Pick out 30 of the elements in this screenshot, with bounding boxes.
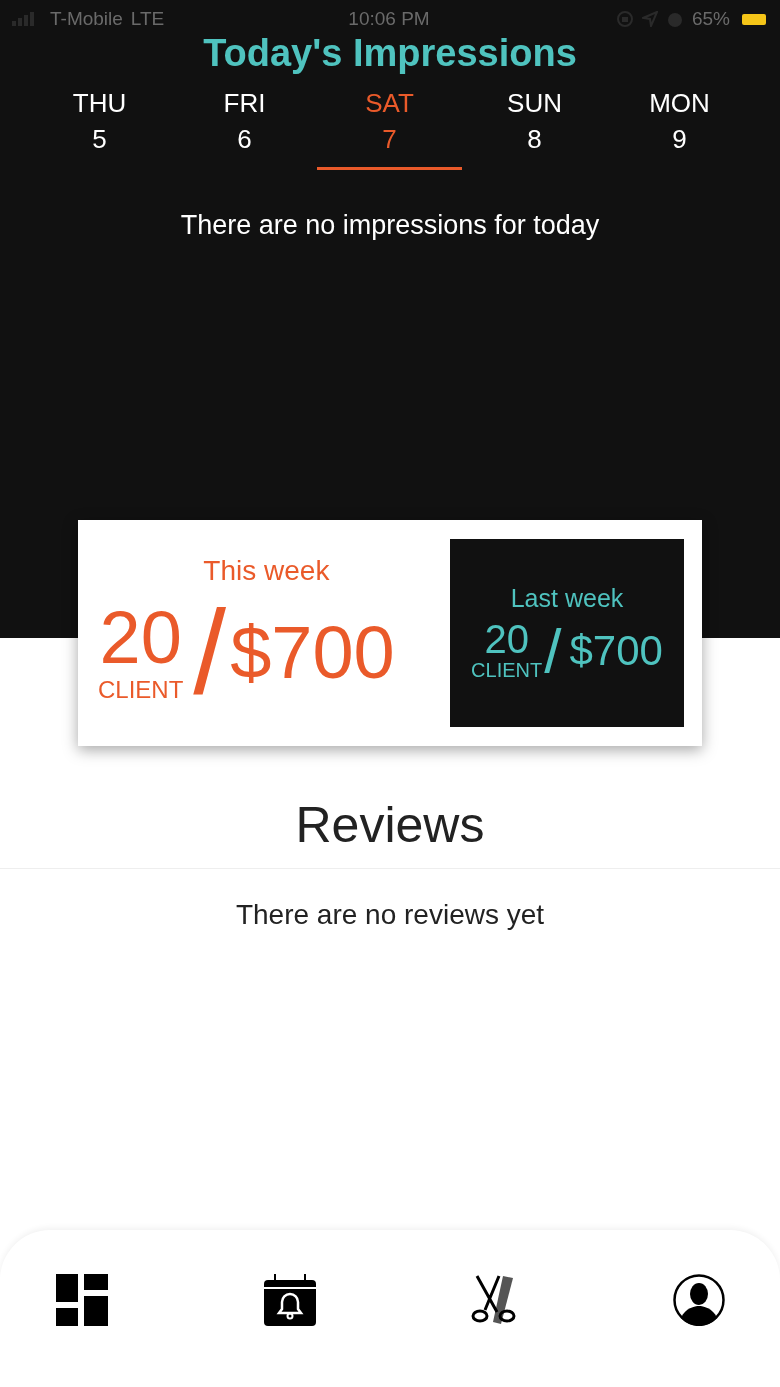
lock-rotation-icon [616,10,634,28]
location-icon [642,11,658,27]
client-count: 20 [99,600,182,676]
client-count: 20 [484,619,529,659]
day-tab[interactable]: THU 5 [27,85,172,170]
page-title: Today's Impressions [202,31,578,75]
client-label: CLIENT [98,676,184,704]
period-label: This week [203,555,330,587]
carrier-name: T-Mobile [50,8,123,30]
profile-icon[interactable] [672,1274,725,1326]
clock-time: 10:06 PM [348,8,430,29]
revenue-amount: $700 [569,626,663,675]
client-label: CLIENT [471,659,543,682]
empty-message: There are no impressions for today [179,210,601,242]
separator-slash: / [193,593,227,711]
empty-message: There are no reviews yet [234,899,546,931]
scissors-comb-icon[interactable] [471,1274,518,1326]
dashboard-icon[interactable] [56,1274,108,1326]
day-tab[interactable]: SUN 8 [462,85,607,170]
separator-slash: / [544,619,562,682]
period-label: Last week [510,584,624,613]
network-type: LTE [130,8,165,30]
day-tab[interactable]: FRI 6 [172,85,317,170]
battery-icon [742,13,766,25]
section-heading: Reviews [0,796,780,869]
day-tab[interactable]: MON 9 [607,85,752,170]
revenue-amount: $700 [230,609,395,695]
day-tab[interactable]: SAT 7 [317,85,462,170]
battery-percent: 65% [692,8,730,30]
calendar-bell-icon[interactable] [263,1274,316,1326]
